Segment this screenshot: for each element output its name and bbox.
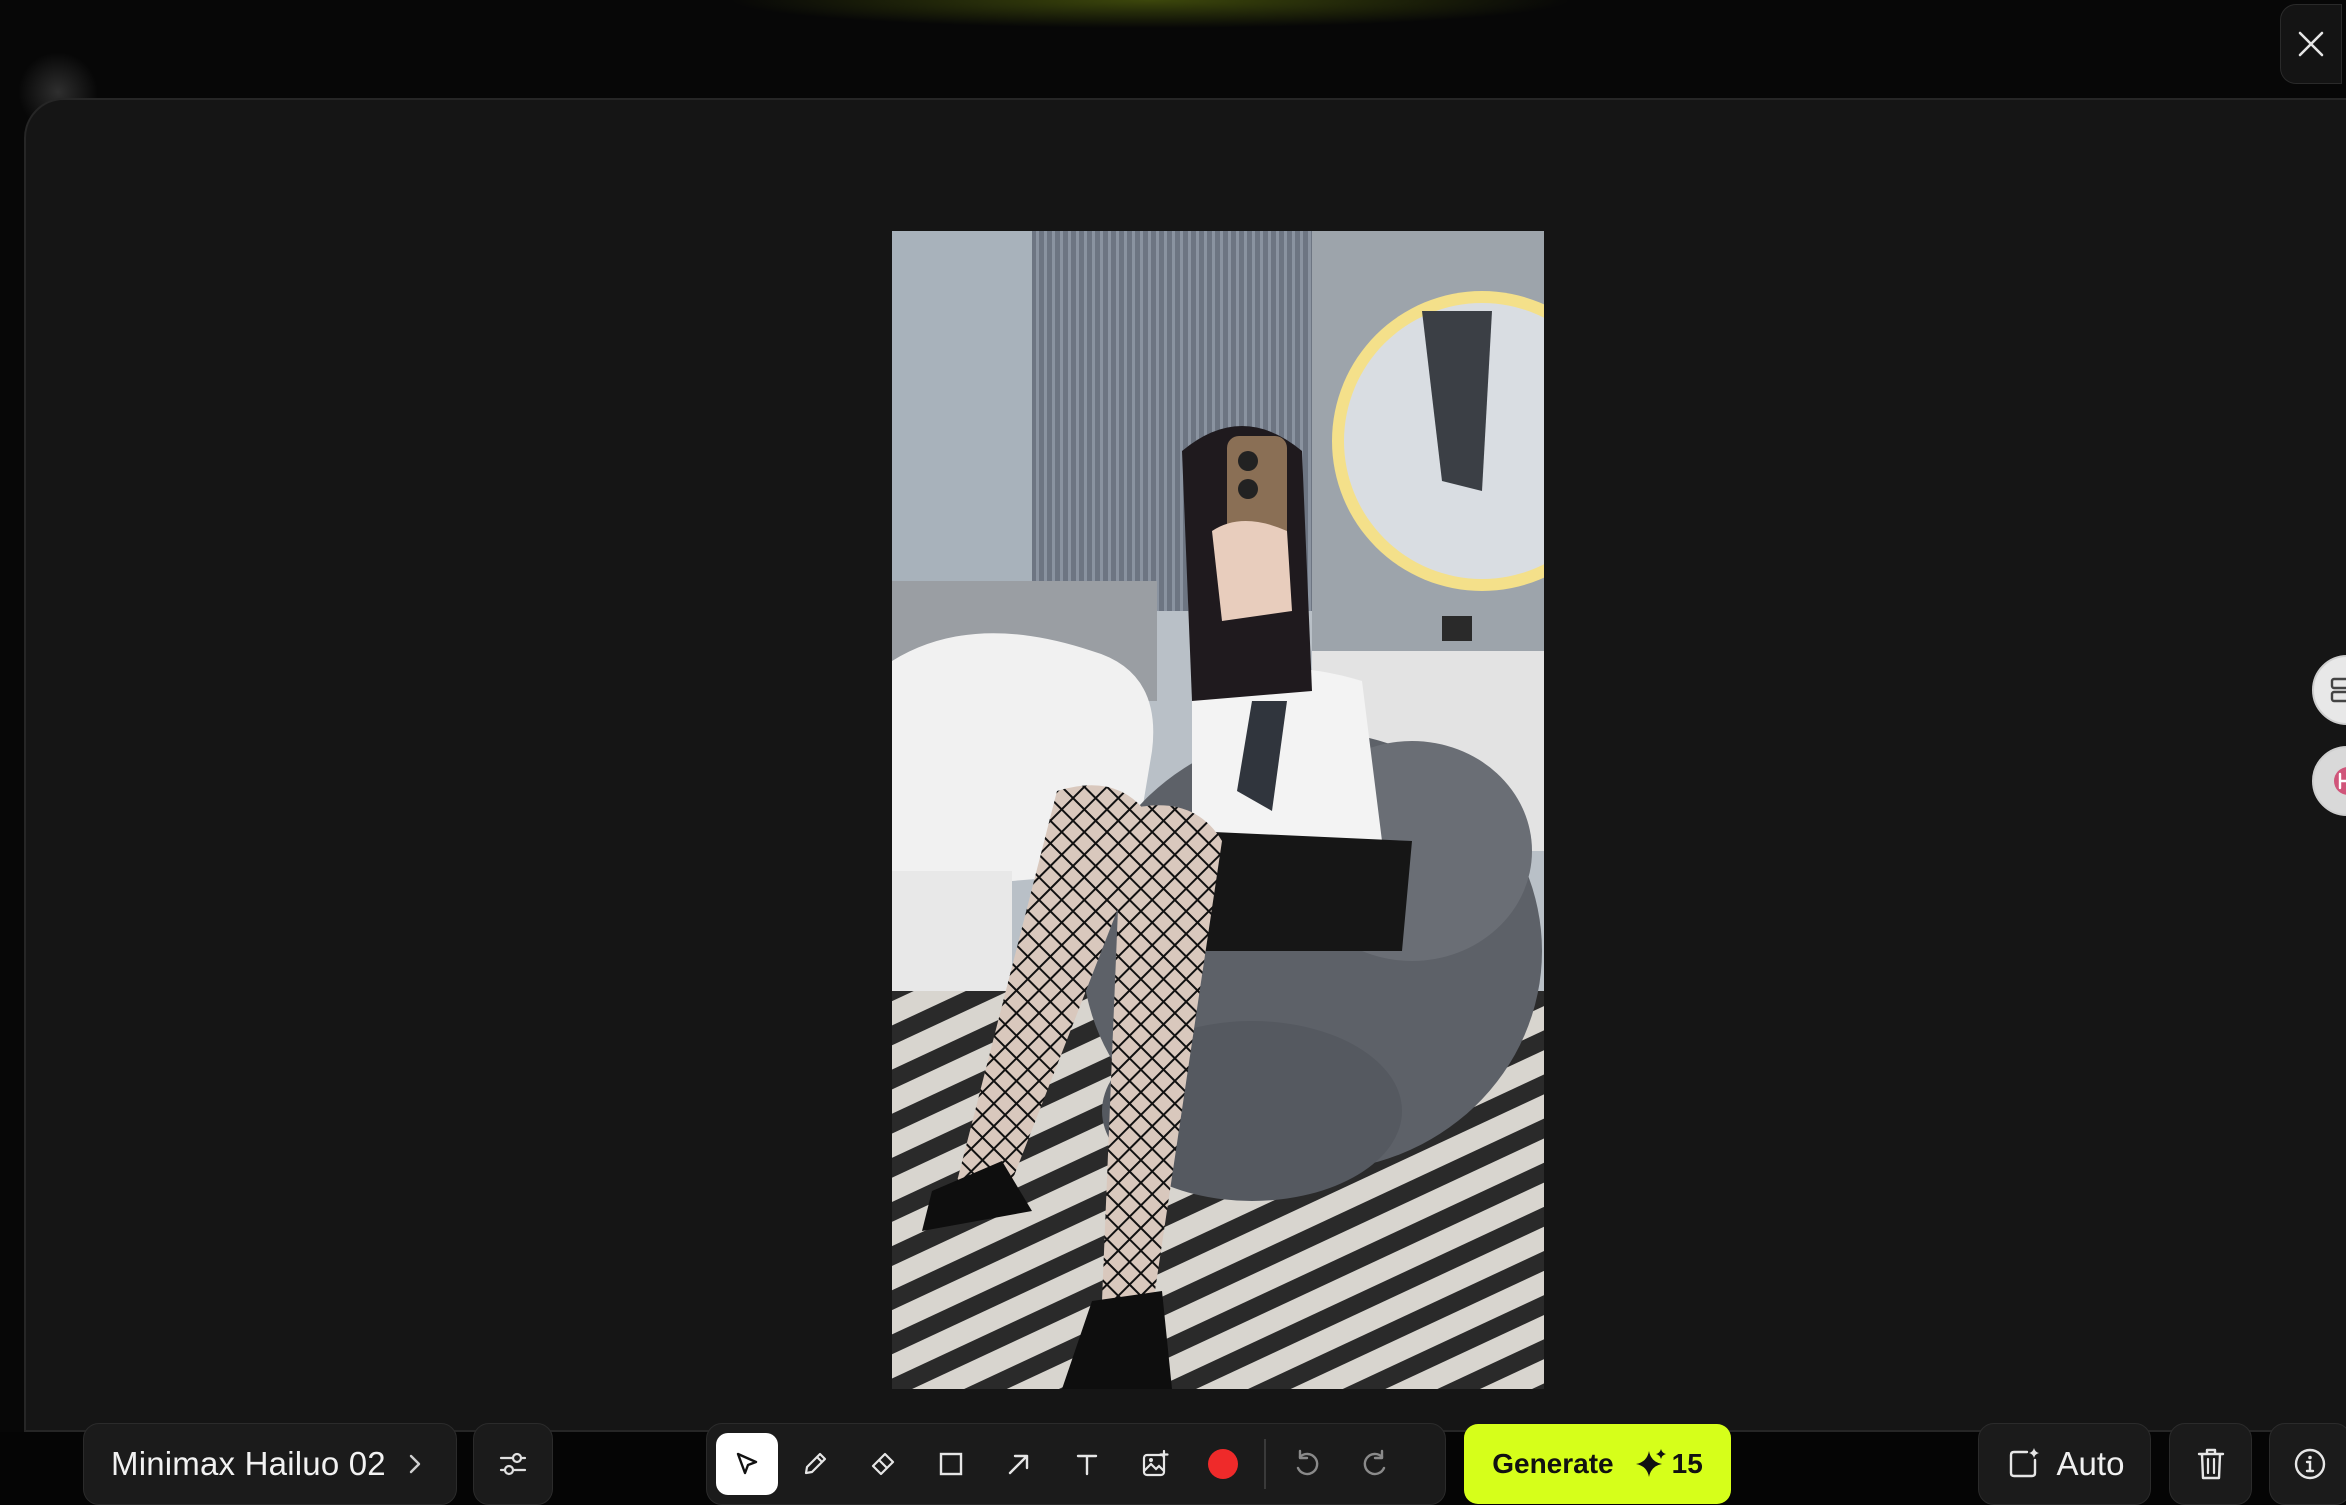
arrow-up-right-icon xyxy=(1008,1454,1029,1475)
aspect-ratio-button[interactable]: Auto xyxy=(1978,1423,2151,1505)
aspect-ratio-label: Auto xyxy=(2056,1445,2125,1482)
color-picker[interactable] xyxy=(1192,1433,1254,1495)
trash-icon xyxy=(2197,1448,2224,1480)
settings-button[interactable] xyxy=(473,1423,553,1505)
generate-cost: 15 xyxy=(1671,1448,1703,1479)
tool-pen[interactable] xyxy=(784,1433,846,1495)
redo-icon xyxy=(1363,1449,1386,1476)
editor-modal: Minimax Hailuo 02 Generate 15 Auto xyxy=(24,98,2346,1505)
cursor-arrow-icon xyxy=(736,1452,758,1475)
model-name: Minimax Hailuo 02 xyxy=(111,1445,386,1482)
color-swatch xyxy=(1208,1449,1238,1479)
tool-rectangle[interactable] xyxy=(920,1433,982,1495)
sliders-icon xyxy=(499,1452,527,1476)
pencil-icon xyxy=(804,1452,827,1475)
assistant-avatar-icon xyxy=(2334,767,2346,795)
redo-button[interactable] xyxy=(1344,1433,1406,1495)
chevron-right-icon xyxy=(408,1452,422,1476)
undo-icon xyxy=(1296,1449,1319,1476)
tool-eraser[interactable] xyxy=(852,1433,914,1495)
model-selector[interactable]: Minimax Hailuo 02 xyxy=(83,1423,457,1505)
square-icon xyxy=(939,1452,963,1476)
eraser-icon xyxy=(871,1452,895,1476)
photo-illustration xyxy=(892,231,1544,1389)
aspect-ratio-icon xyxy=(2009,1448,2039,1478)
generate-label: Generate xyxy=(1492,1448,1614,1479)
tool-text[interactable] xyxy=(1056,1433,1118,1495)
tool-image[interactable] xyxy=(1124,1433,1186,1495)
text-icon xyxy=(1076,1454,1098,1476)
sparkle-icon xyxy=(1634,1447,1668,1481)
info-button[interactable] xyxy=(2269,1423,2346,1505)
drawing-toolbar xyxy=(706,1423,1446,1505)
info-icon xyxy=(2294,1448,2326,1480)
close-button[interactable] xyxy=(2280,4,2342,84)
tool-select[interactable] xyxy=(716,1433,778,1495)
close-icon xyxy=(2298,31,2324,57)
canvas-image[interactable] xyxy=(892,231,1544,1389)
delete-button[interactable] xyxy=(2169,1423,2252,1505)
image-plus-icon xyxy=(1142,1449,1169,1477)
grid-icon xyxy=(2330,677,2346,703)
toolbar-divider xyxy=(1264,1439,1266,1489)
generate-button[interactable]: Generate 15 xyxy=(1464,1424,1731,1504)
undo-button[interactable] xyxy=(1276,1433,1338,1495)
tool-arrow[interactable] xyxy=(988,1433,1050,1495)
